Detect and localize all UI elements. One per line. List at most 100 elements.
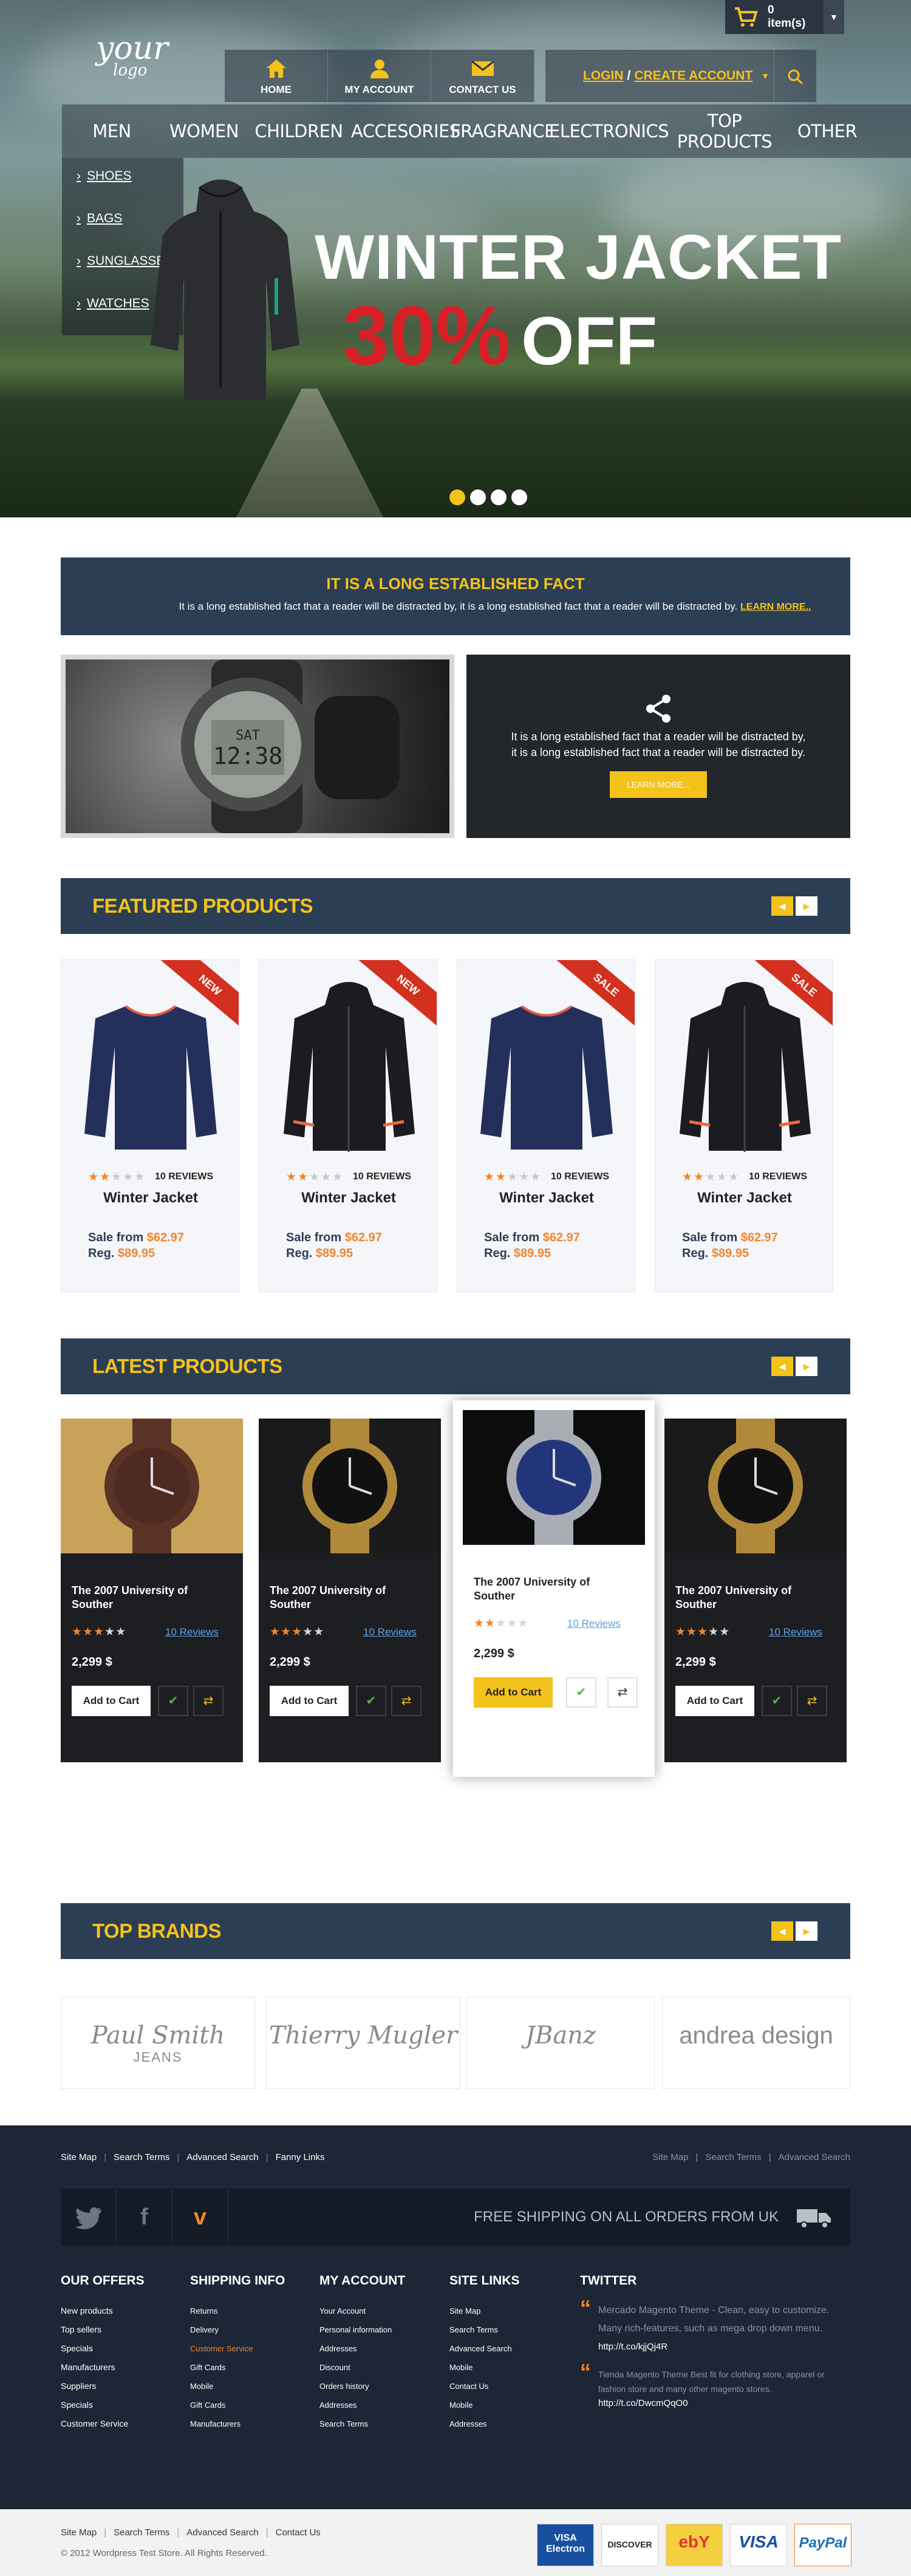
wishlist-check-icon[interactable]: ✔ <box>566 1677 596 1708</box>
footer-column-link[interactable]: Returns <box>190 2302 285 2320</box>
product-image[interactable] <box>259 1419 441 1553</box>
my-account-link[interactable]: MY ACCOUNT <box>328 50 431 102</box>
bottom-link[interactable]: Contact Us <box>276 2527 321 2538</box>
reviews-count[interactable]: 10 REVIEWS <box>749 1171 807 1182</box>
product-image[interactable] <box>479 982 614 1158</box>
footer-column-link[interactable]: Addresses <box>319 2396 405 2414</box>
reviews-link[interactable]: 10 Reviews <box>567 1618 621 1630</box>
product-name[interactable]: Winter Jacket <box>655 1190 833 1207</box>
product-name[interactable]: The 2007 University of Souther <box>675 1584 836 1612</box>
learn-more-link[interactable]: LEARN MORE.. <box>740 602 811 612</box>
product-card[interactable]: SALE ★★★★★ 10 REVIEWS Winter Jacket Sale fro… <box>457 959 635 1292</box>
footer-column-link[interactable]: Mobile <box>449 2358 520 2377</box>
footer-column-link[interactable]: Search Terms <box>449 2320 520 2339</box>
nav-item-women[interactable]: WOMEN <box>162 121 247 141</box>
footer-column-link[interactable]: Delivery <box>190 2320 285 2339</box>
nav-item-fragrance[interactable]: FRAGRANCE <box>451 121 556 141</box>
login-link[interactable]: LOGIN <box>583 69 624 83</box>
footer-column-link[interactable]: Suppliers <box>61 2377 145 2396</box>
wishlist-check-icon[interactable]: ✔ <box>356 1686 386 1716</box>
chevron-down-icon[interactable]: ▼ <box>761 71 769 81</box>
add-to-cart-button[interactable]: Add to Cart <box>72 1686 151 1716</box>
bottom-link[interactable]: Site Map <box>61 2527 97 2538</box>
compare-icon[interactable]: ⇄ <box>391 1686 421 1716</box>
footer-column-link[interactable]: Specials <box>61 2339 145 2358</box>
slider-dot[interactable] <box>511 489 527 505</box>
latest-product-card[interactable]: The 2007 University of Souther ★★★★★ 10 Re… <box>664 1419 847 1762</box>
product-name[interactable]: The 2007 University of Souther <box>72 1584 232 1612</box>
footer-link[interactable]: Search Terms <box>114 2152 169 2162</box>
footer-link[interactable]: Fanny Links <box>276 2152 325 2162</box>
footer-column-link[interactable]: Mobile <box>449 2396 520 2414</box>
promo-watch-image[interactable]: SAT 12:38 <box>61 655 454 838</box>
twitter-icon[interactable] <box>61 2189 117 2246</box>
footer-column-link[interactable]: Orders history <box>319 2377 405 2396</box>
product-image[interactable] <box>281 982 416 1158</box>
tweet-link[interactable]: http://t.co/DwcmQqO0 <box>598 2396 853 2411</box>
footer-column-link[interactable]: Customer Service <box>190 2339 285 2358</box>
brand-paul-smith[interactable]: Paul Smith JEANS <box>61 1997 255 2089</box>
facebook-icon[interactable]: f <box>117 2189 172 2246</box>
home-link[interactable]: HOME <box>225 50 328 102</box>
footer-column-link[interactable]: Specials <box>61 2396 145 2414</box>
footer-column-link[interactable]: Site Map <box>449 2302 520 2320</box>
add-to-cart-button[interactable]: Add to Cart <box>270 1686 349 1716</box>
product-image[interactable] <box>61 1419 243 1553</box>
footer-column-link[interactable]: Manufacturers <box>61 2358 145 2377</box>
footer-column-link[interactable]: Addresses <box>449 2414 520 2433</box>
reviews-count[interactable]: 10 REVIEWS <box>155 1171 213 1182</box>
nav-item-children[interactable]: CHILDREN <box>247 121 351 141</box>
brand-andrea-design[interactable]: andrea design <box>662 1997 850 2089</box>
bottom-link[interactable]: Search Terms <box>114 2527 169 2538</box>
footer-column-link[interactable]: Gift Cards <box>190 2396 285 2414</box>
brand-thierry-mugler[interactable]: Thierry Mugler <box>266 1997 460 2089</box>
reviews-link[interactable]: 10 Reviews <box>769 1626 822 1638</box>
product-card[interactable]: NEW ★★★★★ 10 REVIEWS Winter Jacket Sale from… <box>259 959 437 1292</box>
latest-prev-button[interactable]: ◀ <box>771 1357 793 1376</box>
compare-icon[interactable]: ⇄ <box>797 1686 827 1716</box>
product-name[interactable]: The 2007 University of Souther <box>474 1575 634 1603</box>
product-name[interactable]: Winter Jacket <box>457 1190 635 1207</box>
footer-link[interactable]: Advanced Search <box>186 2152 258 2162</box>
share-icon[interactable] <box>466 693 850 729</box>
footer-link[interactable]: Advanced Search <box>779 2152 850 2162</box>
slider-dot[interactable] <box>470 489 486 505</box>
compare-icon[interactable]: ⇄ <box>193 1686 223 1716</box>
nav-item-electronics[interactable]: ELECTRONICS <box>549 121 669 141</box>
promo-learn-more-button[interactable]: LEARN MORE... <box>609 771 708 798</box>
create-account-link[interactable]: CREATE ACCOUNT <box>634 69 752 83</box>
product-image[interactable] <box>83 982 218 1158</box>
hero-slider[interactable]: 0 item(s) ▼ your logo HOME MY ACCOUNT CO… <box>0 0 911 517</box>
product-name[interactable]: The 2007 University of Souther <box>270 1584 430 1612</box>
contact-us-link[interactable]: CONTACT US <box>431 50 534 102</box>
footer-column-link[interactable]: Manufacturers <box>190 2414 285 2433</box>
footer-column-link[interactable]: Top sellers <box>61 2320 145 2339</box>
latest-product-card[interactable]: The 2007 University of Souther ★★★★★ 10 Re… <box>453 1400 655 1777</box>
brands-next-button[interactable]: ▶ <box>796 1921 817 1941</box>
product-card[interactable]: SALE ★★★★★ 10 REVIEWS Winter Jacket Sale fro… <box>655 959 833 1292</box>
footer-column-link[interactable]: New products <box>61 2302 145 2320</box>
footer-column-link[interactable]: Personal information <box>319 2320 405 2339</box>
slider-dot[interactable] <box>491 489 507 505</box>
nav-item-top-products[interactable]: TOP PRODUCTS <box>658 111 791 152</box>
wishlist-check-icon[interactable]: ✔ <box>158 1686 188 1716</box>
product-image[interactable] <box>677 982 812 1158</box>
footer-column-link[interactable]: Gift Cards <box>190 2358 285 2377</box>
brands-prev-button[interactable]: ◀ <box>771 1921 793 1941</box>
footer-column-link[interactable]: Advanced Search <box>449 2339 520 2358</box>
reviews-count[interactable]: 10 REVIEWS <box>353 1171 411 1182</box>
product-name[interactable]: Winter Jacket <box>259 1190 437 1207</box>
footer-link[interactable]: Search Terms <box>705 2152 761 2162</box>
reviews-link[interactable]: 10 Reviews <box>363 1626 417 1638</box>
cart-dropdown-icon[interactable]: ▼ <box>824 0 844 34</box>
bottom-link[interactable]: Advanced Search <box>186 2527 258 2538</box>
nav-item-other[interactable]: OTHER <box>791 121 864 141</box>
brand-jbanz[interactable]: JBanz <box>466 1997 655 2089</box>
product-card[interactable]: NEW ★★★★★ 10 REVIEWS Winter Jacket Sale from… <box>61 959 239 1292</box>
reviews-count[interactable]: 10 REVIEWS <box>551 1171 609 1182</box>
latest-product-card[interactable]: The 2007 University of Souther ★★★★★ 10 Re… <box>259 1419 441 1762</box>
tweet-link[interactable]: http://t.co/kjjQj4R <box>598 2338 853 2356</box>
cart-widget[interactable]: 0 item(s) ▼ <box>725 0 844 34</box>
compare-icon[interactable]: ⇄ <box>607 1677 638 1708</box>
featured-prev-button[interactable]: ◀ <box>771 896 793 916</box>
